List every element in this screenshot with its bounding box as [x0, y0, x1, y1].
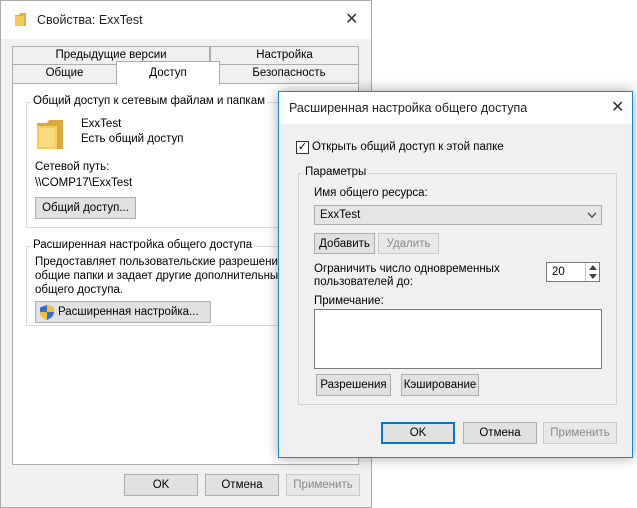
- advanced-dialog-title: Расширенная настройка общего доступа: [289, 101, 528, 115]
- share-name-label: Имя общего ресурса:: [314, 187, 428, 199]
- advanced-description-line-1: Предоставляет пользовательские разрешени…: [35, 256, 288, 268]
- advanced-description-line-3: общего доступа.: [35, 284, 124, 296]
- stepper-arrows: [585, 263, 599, 281]
- share-name-select[interactable]: ExxTest: [314, 205, 602, 225]
- share-name-value: ExxTest: [320, 209, 361, 221]
- tab-general[interactable]: Общие: [12, 64, 117, 83]
- network-path-label: Сетевой путь:: [35, 161, 110, 173]
- remove-button[interactable]: Удалить: [378, 233, 439, 254]
- close-icon[interactable]: ✕: [611, 100, 624, 116]
- limit-users-label-line-1: Ограничить число одновременных: [314, 263, 500, 275]
- caching-button[interactable]: Кэширование: [401, 374, 479, 396]
- share-folder-checkbox-label: Открыть общий доступ к этой папке: [312, 141, 504, 153]
- dialog-cancel-button[interactable]: Отмена: [463, 422, 537, 444]
- add-button[interactable]: Добавить: [314, 233, 375, 254]
- network-share-group-title: Общий доступ к сетевым файлам и папкам: [31, 95, 268, 107]
- network-path-value: \\COMP17\ExxTest: [35, 177, 133, 189]
- folder-icon: [15, 13, 26, 26]
- tab-customize[interactable]: Настройка: [210, 46, 359, 64]
- share-folder-checkbox[interactable]: ✓: [296, 141, 309, 154]
- note-label: Примечание:: [314, 295, 384, 307]
- limit-users-label-line-2: пользователей до:: [314, 276, 413, 288]
- permissions-button[interactable]: Разрешения: [316, 374, 391, 396]
- chevron-down-icon: [587, 212, 597, 218]
- share-button[interactable]: Общий доступ...: [35, 197, 136, 219]
- parameters-group-title: Параметры: [303, 166, 369, 178]
- folder-status: Есть общий доступ: [81, 133, 184, 145]
- uac-shield-icon: [40, 304, 54, 320]
- user-limit-stepper[interactable]: 20: [546, 262, 600, 282]
- properties-title: Свойства: ExxTest: [37, 13, 143, 27]
- advanced-sharing-dialog: Расширенная настройка общего доступа ✕ ✓…: [278, 91, 633, 458]
- spin-up-icon[interactable]: [589, 265, 597, 270]
- ok-button[interactable]: OK: [124, 474, 198, 496]
- tab-security[interactable]: Безопасность: [219, 64, 359, 83]
- advanced-sharing-group-title: Расширенная настройка общего доступа: [31, 239, 255, 251]
- apply-button[interactable]: Применить: [286, 474, 360, 496]
- advanced-description-line-2: общие папки и задает другие дополнительн…: [35, 270, 295, 282]
- user-limit-value: 20: [552, 266, 565, 278]
- dialog-ok-button[interactable]: OK: [381, 422, 455, 444]
- spin-down-icon[interactable]: [589, 274, 597, 279]
- close-icon[interactable]: ✕: [345, 12, 358, 28]
- cancel-button[interactable]: Отмена: [205, 474, 279, 496]
- advanced-dialog-titlebar: Расширенная настройка общего доступа ✕: [279, 92, 632, 124]
- folder-icon: [37, 120, 63, 149]
- dialog-apply-button[interactable]: Применить: [543, 422, 617, 444]
- tab-sharing[interactable]: Доступ: [116, 61, 220, 85]
- properties-titlebar: Свойства: ExxTest ✕: [1, 1, 371, 39]
- folder-name: ExxTest: [81, 118, 122, 130]
- advanced-sharing-button[interactable]: Расширенная настройка...: [35, 301, 211, 323]
- note-textarea[interactable]: [314, 309, 602, 369]
